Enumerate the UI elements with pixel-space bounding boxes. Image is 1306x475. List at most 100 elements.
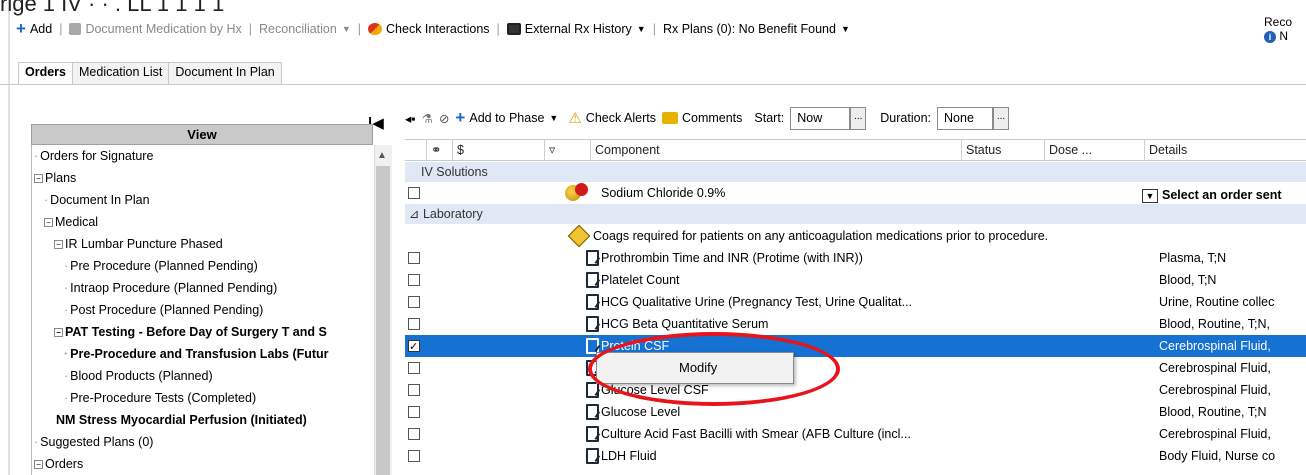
tree-item[interactable]: · Pre-Procedure and Transfusion Labs (Fut… <box>32 343 329 365</box>
header-details[interactable]: Details <box>1145 140 1306 160</box>
document-medication-label: Document Medication by Hx <box>85 22 242 36</box>
order-row[interactable]: Cell CCerebrospinal Fluid, <box>405 357 1306 379</box>
order-note-row: Coags required for patients on any antic… <box>405 224 1306 248</box>
tree-item[interactable]: − IR Lumbar Puncture Phased <box>32 233 223 255</box>
tree-line-icon: · <box>64 259 69 273</box>
tab-orders[interactable]: Orders <box>18 62 73 84</box>
tree-item[interactable]: · Blood Products (Planned) <box>32 365 213 387</box>
tree-item[interactable]: − Orders <box>32 453 83 475</box>
medication-icon[interactable]: ⚗ <box>422 111 433 126</box>
lab-order-icon <box>586 272 599 288</box>
lab-order-icon <box>586 382 599 398</box>
order-row[interactable]: Glucose Level CSF Cerebrospinal Fluid, <box>405 379 1306 401</box>
order-checkbox[interactable] <box>408 384 420 396</box>
order-row-sodium-chloride[interactable]: Sodium Chloride 0.9% ▼ Select an order se… <box>405 182 1306 204</box>
tree-item-label: Plans <box>45 171 77 185</box>
order-row[interactable]: LDH Fluid Body Fluid, Nurse co <box>405 445 1306 467</box>
order-sentence-label: Select an order sent <box>1162 188 1282 202</box>
check-alerts-label: Check Alerts <box>585 111 656 125</box>
tree-item[interactable]: · Pre Procedure (Planned Pending) <box>32 255 258 277</box>
toolbar-separator: | <box>59 22 63 36</box>
duration-ellipsis-button[interactable]: ... <box>993 106 1010 130</box>
add-button[interactable]: + Add <box>16 20 52 37</box>
check-interactions-button[interactable]: Check Interactions <box>368 22 490 36</box>
cancel-icon[interactable]: ⊘ <box>439 111 449 126</box>
tree-scrollbar-thumb[interactable] <box>376 166 390 475</box>
order-component: LDH Fluid <box>601 449 657 463</box>
order-row[interactable]: Platelet Count Blood, T;N <box>405 269 1306 291</box>
tree-item[interactable]: − PAT Testing - Before Day of Surgery T a… <box>32 321 327 343</box>
rx-history-icon <box>506 23 521 35</box>
order-component: Sodium Chloride 0.9% <box>601 186 726 200</box>
tree-item[interactable]: − Plans <box>32 167 76 189</box>
header-select[interactable] <box>405 140 427 160</box>
order-row[interactable]: Glucose Level Blood, Routine, T;N <box>405 401 1306 423</box>
external-rx-label: External Rx History <box>524 22 632 36</box>
lab-order-icon <box>586 404 599 420</box>
tree-item[interactable]: · Pre-Procedure Tests (Completed) <box>32 387 256 409</box>
tree-item[interactable]: − Medical <box>32 211 98 233</box>
order-checkbox[interactable] <box>408 362 420 374</box>
order-checkbox[interactable] <box>408 318 420 330</box>
header-link-icon[interactable]: ⚭ <box>427 140 453 160</box>
order-checkbox[interactable] <box>408 406 420 418</box>
collapse-toggle-icon[interactable]: − <box>44 218 53 228</box>
order-sentence-dropdown[interactable]: ▼ Select an order sent <box>1142 184 1282 203</box>
order-row[interactable]: Prothrombin Time and INR (Protime (with … <box>405 247 1306 269</box>
check-alerts-button[interactable]: ⚠ Check Alerts <box>568 109 656 127</box>
reco-sub-label: N <box>1279 29 1289 43</box>
add-to-phase-dropdown[interactable]: + Add to Phase ▼ <box>455 109 558 126</box>
tab-document-in-plan[interactable]: Document In Plan <box>168 62 282 84</box>
tree-item[interactable]: · Document In Plan <box>32 189 150 211</box>
tree-line-icon: · <box>64 303 69 317</box>
header-rx-cost[interactable]: $ <box>453 140 545 160</box>
collapse-toggle-icon[interactable]: − <box>54 328 63 338</box>
hand-icon <box>69 23 82 35</box>
order-row[interactable]: Culture Acid Fast Bacilli with Smear (AF… <box>405 423 1306 445</box>
scroll-up-icon[interactable]: ▲ <box>377 150 387 161</box>
tree-item[interactable]: · Suggested Plans (0) <box>32 431 153 453</box>
order-checkbox[interactable] <box>408 187 420 199</box>
tree-item[interactable]: · Post Procedure (Planned Pending) <box>32 299 263 321</box>
tab-medication-list[interactable]: Medication List <box>72 62 170 84</box>
toolbar-separator: | <box>357 22 362 36</box>
section-label: ⊿ Laboratory <box>409 207 483 221</box>
rx-plans-dropdown[interactable]: Rx Plans (0): No Benefit Found ▼ <box>663 22 850 36</box>
duration-field[interactable]: None <box>937 106 994 130</box>
order-checkbox[interactable] <box>408 428 420 440</box>
order-checkbox[interactable] <box>408 252 420 264</box>
add-to-phase-label: Add to Phase <box>469 111 545 125</box>
comments-button[interactable]: Comments <box>661 111 743 125</box>
order-row[interactable]: HCG Qualitative Urine (Pregnancy Test, U… <box>405 291 1306 313</box>
header-flag-icon[interactable]: ▿ <box>545 140 591 160</box>
header-dose[interactable]: Dose ... <box>1045 140 1145 160</box>
order-checkbox[interactable] <box>408 296 420 308</box>
tree-item[interactable]: · Orders for Signature <box>32 145 153 167</box>
order-row[interactable]: Protein CSFCerebrospinal Fluid, <box>405 335 1306 358</box>
order-checkbox[interactable] <box>408 274 420 286</box>
grid-header: ⚭ $ ▿ Component Status Dose ... Details <box>405 139 1306 161</box>
reconciliation-dropdown[interactable]: Reconciliation ▼ <box>259 22 351 36</box>
comments-label: Comments <box>681 111 743 125</box>
order-checkbox[interactable] <box>408 336 420 358</box>
section-iv-solutions[interactable]: IV Solutions <box>405 162 1306 182</box>
collapse-toggle-icon[interactable]: − <box>54 240 63 250</box>
start-field[interactable]: Now <box>790 106 851 130</box>
header-status[interactable]: Status <box>962 140 1045 160</box>
start-ellipsis-button[interactable]: ... <box>850 106 867 130</box>
collapse-toggle-icon[interactable]: − <box>34 460 43 470</box>
header-component[interactable]: Component <box>591 140 962 160</box>
section-laboratory[interactable]: ⊿ Laboratory <box>405 204 1306 224</box>
collapse-toggle-icon[interactable]: − <box>34 174 43 184</box>
pin-icon[interactable]: ◂▪ <box>405 111 416 126</box>
tree-item[interactable]: NM Stress Myocardial Perfusion (Initiate… <box>32 409 307 431</box>
iv-drop-icon <box>575 183 588 196</box>
navigator-tree: · Orders for Signature − Plans · Document In … <box>31 145 373 475</box>
order-checkbox[interactable] <box>408 450 420 462</box>
tree-item-label: Pre-Procedure Tests (Completed) <box>70 391 257 405</box>
external-rx-history-dropdown[interactable]: External Rx History ▼ <box>506 22 646 36</box>
lab-order-icon <box>586 250 599 266</box>
order-row[interactable]: HCG Beta Quantitative Serum Blood, Routin… <box>405 313 1306 335</box>
tree-item[interactable]: · Intraop Procedure (Planned Pending) <box>32 277 277 299</box>
document-medication-button[interactable]: Document Medication by Hx <box>69 22 242 36</box>
